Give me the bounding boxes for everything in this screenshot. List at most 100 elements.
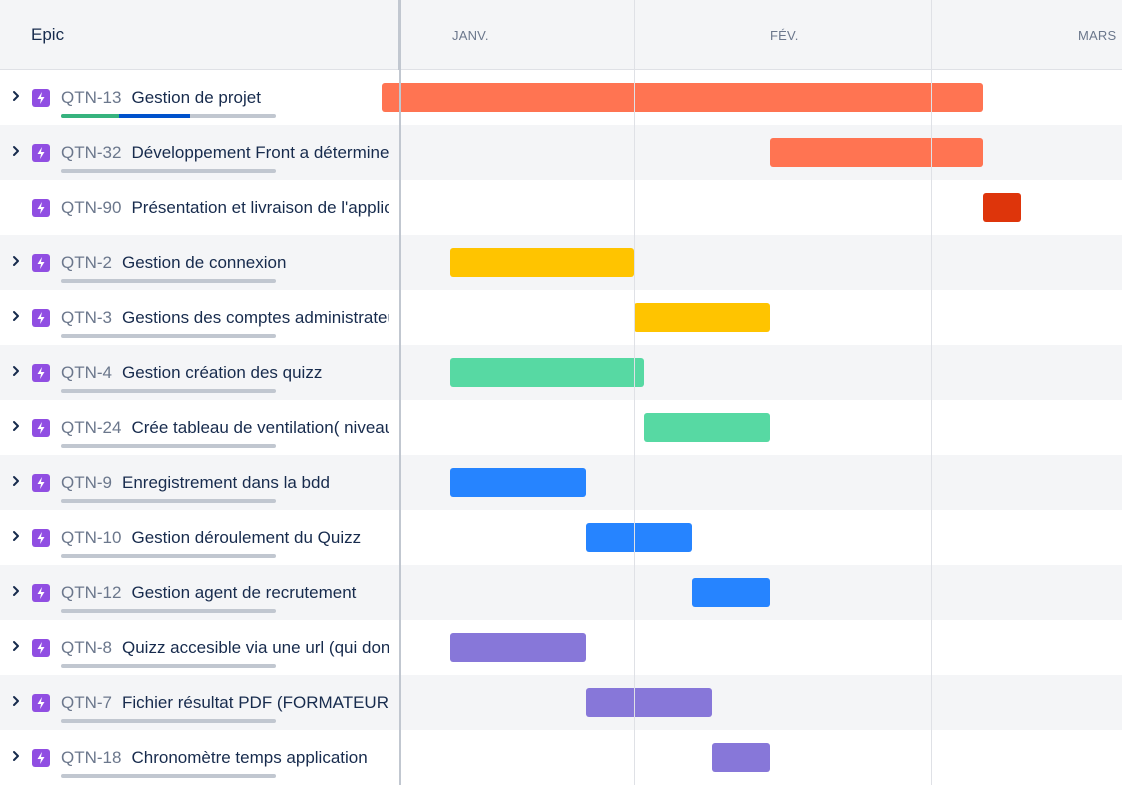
epic-row[interactable]: QTN-18 Chronomètre temps application xyxy=(0,730,1122,785)
epic-row[interactable]: QTN-13 Gestion de projet xyxy=(0,70,1122,125)
epic-row[interactable]: QTN-9 Enregistrement dans la bdd xyxy=(0,455,1122,510)
epic-label[interactable]: QTN-24 Crée tableau de ventilation( nivea… xyxy=(61,417,389,439)
epic-key[interactable]: QTN-3 xyxy=(61,308,112,327)
epic-label[interactable]: QTN-10 Gestion déroulement du Quizz xyxy=(61,527,389,549)
timeline-bar[interactable] xyxy=(585,523,693,552)
chevron-right-icon[interactable] xyxy=(9,639,23,653)
epic-row-header[interactable]: QTN-9 Enregistrement dans la bdd xyxy=(0,455,400,510)
timeline-bar[interactable] xyxy=(982,193,1022,222)
epic-key[interactable]: QTN-13 xyxy=(61,88,121,107)
epic-title[interactable]: Enregistrement dans la bdd xyxy=(122,473,330,492)
chevron-right-icon[interactable] xyxy=(9,89,23,103)
epic-lightning-icon xyxy=(32,639,50,657)
epic-title[interactable]: Gestion de connexion xyxy=(122,253,286,272)
progress-bar xyxy=(61,554,276,558)
progress-bar xyxy=(61,609,276,613)
timeline-bar[interactable] xyxy=(769,138,983,167)
epic-title[interactable]: Quizz accesible via une url (qui donne a… xyxy=(122,638,389,657)
epic-label[interactable]: QTN-18 Chronomètre temps application xyxy=(61,747,389,769)
timeline-bar[interactable] xyxy=(450,358,644,387)
epic-row[interactable]: QTN-10 Gestion déroulement du Quizz xyxy=(0,510,1122,565)
epic-row-header[interactable]: QTN-2 Gestion de connexion xyxy=(0,235,400,290)
epic-key[interactable]: QTN-10 xyxy=(61,528,121,547)
epic-title[interactable]: Développement Front a déterminer xyxy=(131,143,389,162)
chevron-right-icon[interactable] xyxy=(9,694,23,708)
progress-done-segment xyxy=(61,114,120,118)
epic-label[interactable]: QTN-9 Enregistrement dans la bdd xyxy=(61,472,389,494)
chevron-right-icon[interactable] xyxy=(9,474,23,488)
epic-row[interactable]: QTN-7 Fichier résultat PDF (FORMATEUR) xyxy=(0,675,1122,730)
epic-row[interactable]: QTN-4 Gestion création des quizz xyxy=(0,345,1122,400)
epic-row-header[interactable]: QTN-24 Crée tableau de ventilation( nivea… xyxy=(0,400,400,455)
chevron-right-icon[interactable] xyxy=(9,254,23,268)
epic-row[interactable]: QTN-32 Développement Front a déterminer xyxy=(0,125,1122,180)
epic-key[interactable]: QTN-90 xyxy=(61,198,121,217)
epic-row[interactable]: QTN-24 Crée tableau de ventilation( nivea… xyxy=(0,400,1122,455)
epic-label[interactable]: QTN-8 Quizz accesible via une url (qui do… xyxy=(61,637,389,659)
progress-bar xyxy=(61,169,276,173)
epic-key[interactable]: QTN-9 xyxy=(61,473,112,492)
epic-row-header[interactable]: QTN-12 Gestion agent de recrutement xyxy=(0,565,400,620)
timeline-bar[interactable] xyxy=(634,303,770,332)
chevron-right-icon[interactable] xyxy=(9,584,23,598)
column-resize-handle[interactable] xyxy=(399,0,401,785)
epic-title[interactable]: Gestions des comptes administrateurs xyxy=(122,308,389,327)
epic-label[interactable]: QTN-3 Gestions des comptes administrateur… xyxy=(61,307,389,329)
epic-row[interactable]: QTN-90 Présentation et livraison de l'app… xyxy=(0,180,1122,235)
epic-row-header[interactable]: QTN-4 Gestion création des quizz xyxy=(0,345,400,400)
epic-key[interactable]: QTN-18 xyxy=(61,748,121,767)
epic-label[interactable]: QTN-12 Gestion agent de recrutement xyxy=(61,582,389,604)
epic-row-header[interactable]: QTN-10 Gestion déroulement du Quizz xyxy=(0,510,400,565)
epic-row-header[interactable]: QTN-32 Développement Front a déterminer xyxy=(0,125,400,180)
epic-row[interactable]: QTN-3 Gestions des comptes administrateur… xyxy=(0,290,1122,345)
epic-key[interactable]: QTN-2 xyxy=(61,253,112,272)
chevron-right-icon[interactable] xyxy=(9,419,23,433)
epic-title[interactable]: Gestion déroulement du Quizz xyxy=(131,528,361,547)
epic-key[interactable]: QTN-24 xyxy=(61,418,121,437)
chevron-right-icon[interactable] xyxy=(9,529,23,543)
chevron-right-icon[interactable] xyxy=(9,144,23,158)
epic-lightning-icon xyxy=(32,749,50,767)
epic-label[interactable]: QTN-32 Développement Front a déterminer xyxy=(61,142,389,164)
epic-label[interactable]: QTN-90 Présentation et livraison de l'app… xyxy=(61,197,389,219)
epic-row-header[interactable]: QTN-8 Quizz accesible via une url (qui do… xyxy=(0,620,400,675)
epic-key[interactable]: QTN-4 xyxy=(61,363,112,382)
epic-row-header[interactable]: QTN-13 Gestion de projet xyxy=(0,70,400,125)
timeline-bar[interactable] xyxy=(450,468,586,497)
epic-title[interactable]: Présentation et livraison de l'applicati… xyxy=(131,198,389,217)
epic-lightning-icon xyxy=(32,419,50,437)
timeline-bar[interactable] xyxy=(585,688,712,717)
epic-key[interactable]: QTN-7 xyxy=(61,693,112,712)
epic-label[interactable]: QTN-7 Fichier résultat PDF (FORMATEUR) xyxy=(61,692,389,714)
timeline-bar[interactable] xyxy=(692,578,770,607)
epic-row[interactable]: QTN-8 Quizz accesible via une url (qui do… xyxy=(0,620,1122,675)
epic-key[interactable]: QTN-8 xyxy=(61,638,112,657)
epic-title[interactable]: Gestion création des quizz xyxy=(122,363,322,382)
epic-title[interactable]: Gestion agent de recrutement xyxy=(131,583,356,602)
timeline-bar[interactable] xyxy=(450,633,586,662)
chevron-right-icon[interactable] xyxy=(9,309,23,323)
epic-lightning-icon xyxy=(32,199,50,217)
epic-row-header[interactable]: QTN-90 Présentation et livraison de l'app… xyxy=(0,180,400,235)
epic-title[interactable]: Gestion de projet xyxy=(131,88,260,107)
epic-title[interactable]: Fichier résultat PDF (FORMATEUR) xyxy=(122,693,389,712)
timeline-bar[interactable] xyxy=(382,83,983,112)
chevron-right-icon[interactable] xyxy=(9,364,23,378)
progress-bar xyxy=(61,279,276,283)
epic-key[interactable]: QTN-12 xyxy=(61,583,121,602)
epic-key[interactable]: QTN-32 xyxy=(61,143,121,162)
epic-title[interactable]: Crée tableau de ventilation( niveau) xyxy=(131,418,389,437)
epic-row[interactable]: QTN-12 Gestion agent de recrutement xyxy=(0,565,1122,620)
chevron-right-icon[interactable] xyxy=(9,749,23,763)
epic-label[interactable]: QTN-13 Gestion de projet xyxy=(61,87,389,109)
epic-row[interactable]: QTN-2 Gestion de connexion xyxy=(0,235,1122,290)
epic-label[interactable]: QTN-4 Gestion création des quizz xyxy=(61,362,389,384)
epic-title[interactable]: Chronomètre temps application xyxy=(131,748,367,767)
timeline-bar[interactable] xyxy=(711,743,770,772)
epic-row-header[interactable]: QTN-3 Gestions des comptes administrateur… xyxy=(0,290,400,345)
epic-row-header[interactable]: QTN-18 Chronomètre temps application xyxy=(0,730,400,785)
timeline-bar[interactable] xyxy=(643,413,770,442)
epic-label[interactable]: QTN-2 Gestion de connexion xyxy=(61,252,389,274)
timeline-bar[interactable] xyxy=(450,248,635,277)
epic-row-header[interactable]: QTN-7 Fichier résultat PDF (FORMATEUR) xyxy=(0,675,400,730)
